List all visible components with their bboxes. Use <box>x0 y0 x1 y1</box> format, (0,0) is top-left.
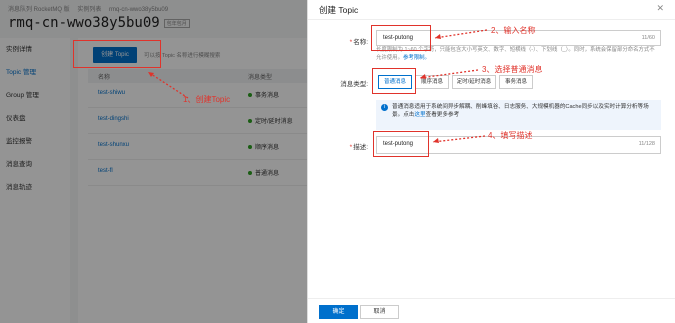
annotation-box-create <box>73 40 161 68</box>
name-label: *名称: <box>349 39 368 46</box>
message-type-label: 消息类型: <box>340 81 368 88</box>
annotation-step4: 4、填写描述 <box>488 131 533 140</box>
limits-link[interactable]: 参考限制。 <box>403 55 430 61</box>
annotation-arrow-icon <box>419 69 479 79</box>
drawer-header: 创建 Topic ✕ <box>308 0 675 20</box>
annotation-arrow-icon <box>434 29 488 39</box>
description-label: *描述: <box>349 144 368 151</box>
description-char-count: 11/128 <box>638 141 655 147</box>
name-char-count: 11/60 <box>641 35 655 41</box>
more-reference-link[interactable]: 这里 <box>414 112 425 118</box>
annotation-step2: 2、输入名称 <box>491 26 536 35</box>
drawer-title: 创建 Topic <box>319 5 359 15</box>
annotation-box-type <box>372 68 416 94</box>
annotation-box-description <box>373 131 429 157</box>
create-topic-drawer: 创建 Topic ✕ *名称: test-putong 11/60 长度限制为 1… <box>307 0 675 323</box>
annotation-step1: 1、创建Topic <box>183 95 231 104</box>
annotation-box-name <box>371 25 431 51</box>
cancel-button[interactable]: 取消 <box>360 305 399 319</box>
confirm-button[interactable]: 确定 <box>319 305 358 319</box>
annotation-step3: 3、选择普通消息 <box>482 65 543 74</box>
info-banner: i 普通消息适用于系统间异步解耦、削峰填谷、日志服务、大规模机器的Cache同步… <box>376 100 661 130</box>
close-icon[interactable]: ✕ <box>656 3 664 14</box>
info-icon: i <box>381 104 388 111</box>
drawer-footer: 确定 取消 <box>308 298 675 323</box>
type-transaction-button[interactable]: 事务消息 <box>499 75 533 89</box>
annotation-arrow-icon <box>432 135 486 143</box>
